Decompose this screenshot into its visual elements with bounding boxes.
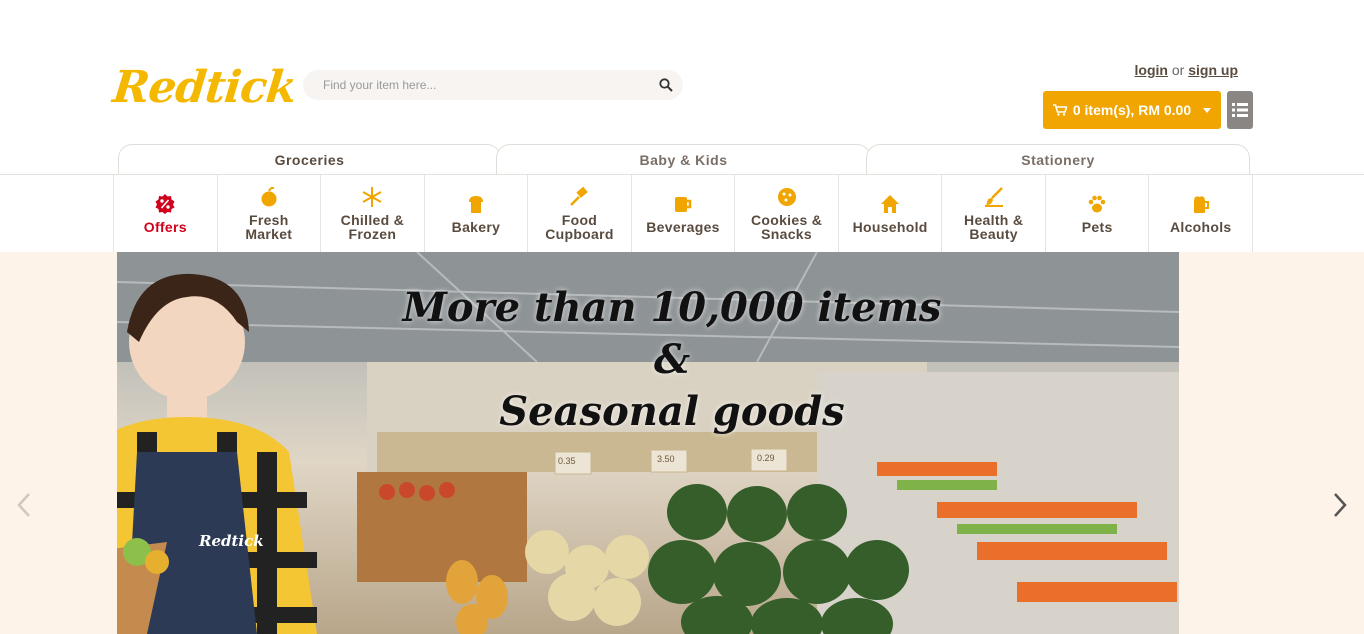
tab-baby-kids[interactable]: Baby & Kids <box>496 144 871 175</box>
signup-link[interactable]: sign up <box>1188 62 1238 78</box>
promo-banner[interactable]: More than 10,000 items & Seasonal goods … <box>117 252 1179 634</box>
tab-stationery[interactable]: Stationery <box>866 144 1250 175</box>
beer-icon <box>1193 195 1209 213</box>
list-icon <box>1232 103 1248 117</box>
snowflake-icon <box>362 186 382 207</box>
price-tag: 0.29 <box>757 453 775 463</box>
cart-summary: 0 item(s), RM 0.00 <box>1072 102 1192 118</box>
category-food-cupboard[interactable]: Food Cupboard <box>527 175 631 252</box>
price-tag: 0.35 <box>558 456 576 466</box>
list-menu-button[interactable] <box>1227 91 1253 129</box>
percent-badge-icon <box>155 193 175 214</box>
category-offers[interactable]: Offers <box>113 175 217 252</box>
banner-headline: More than 10,000 items & Seasonal goods <box>317 282 1027 438</box>
carousel-prev-icon[interactable] <box>16 492 32 518</box>
headline-line-3: Seasonal goods <box>499 388 845 435</box>
department-tabs: Groceries Baby & Kids Stationery <box>113 144 1253 175</box>
tab-groceries[interactable]: Groceries <box>118 144 501 175</box>
price-tag: 3.50 <box>657 454 675 464</box>
logo-text: Redtick <box>110 62 299 113</box>
hero-carousel: More than 10,000 items & Seasonal goods … <box>0 252 1364 634</box>
brush-icon <box>984 186 1003 207</box>
auth-or-text: or <box>1171 62 1185 78</box>
category-chilled-frozen[interactable]: Chilled & Frozen <box>320 175 424 252</box>
category-alcohols[interactable]: Alcohols <box>1148 175 1254 252</box>
category-cookies-snacks[interactable]: Cookies & Snacks <box>734 175 838 252</box>
apron-logo: Redtick <box>199 532 264 550</box>
category-household[interactable]: Household <box>837 175 942 252</box>
category-label: Fresh Market <box>245 211 293 242</box>
search-input[interactable] <box>323 70 643 100</box>
category-bakery[interactable]: Bakery <box>423 175 528 252</box>
search-icon[interactable] <box>659 78 673 92</box>
category-label: Health & Beauty <box>964 211 1024 242</box>
search-bar <box>303 70 683 100</box>
category-label: Alcohols <box>1169 218 1232 235</box>
category-label: Pets <box>1081 218 1113 235</box>
bread-icon <box>468 195 483 213</box>
apple-icon <box>261 186 277 206</box>
house-icon <box>881 194 900 213</box>
login-link[interactable]: login <box>1135 62 1168 78</box>
category-bar: Offers Fresh Market Chilled & Frozen Bak… <box>0 174 1364 252</box>
headline-line-1: More than 10,000 items <box>402 284 942 331</box>
cart-icon <box>1052 104 1067 116</box>
category-label: Food Cupboard <box>545 211 614 242</box>
auth-links: login or sign up <box>1135 62 1238 78</box>
category-label: Beverages <box>646 218 720 235</box>
category-health-beauty[interactable]: Health & Beauty <box>941 175 1045 252</box>
category-beverages[interactable]: Beverages <box>630 175 735 252</box>
mug-icon <box>675 196 692 212</box>
category-pets[interactable]: Pets <box>1044 175 1149 252</box>
category-label: Chilled & Frozen <box>340 211 405 242</box>
chevron-down-icon <box>1203 107 1212 113</box>
category-fresh-market[interactable]: Fresh Market <box>216 175 321 252</box>
headline-line-2: & <box>653 336 691 383</box>
spatula-icon <box>570 186 589 206</box>
cookie-icon <box>777 187 796 206</box>
category-label: Household <box>852 218 928 235</box>
category-label: Bakery <box>451 218 501 235</box>
carousel-next-icon[interactable] <box>1332 492 1348 518</box>
cart-button[interactable]: 0 item(s), RM 0.00 <box>1043 91 1221 129</box>
category-label: Cookies & Snacks <box>750 211 823 242</box>
paw-icon <box>1088 195 1106 212</box>
redtick-logo[interactable]: Redtick <box>110 60 298 120</box>
category-label: Offers <box>143 218 187 235</box>
